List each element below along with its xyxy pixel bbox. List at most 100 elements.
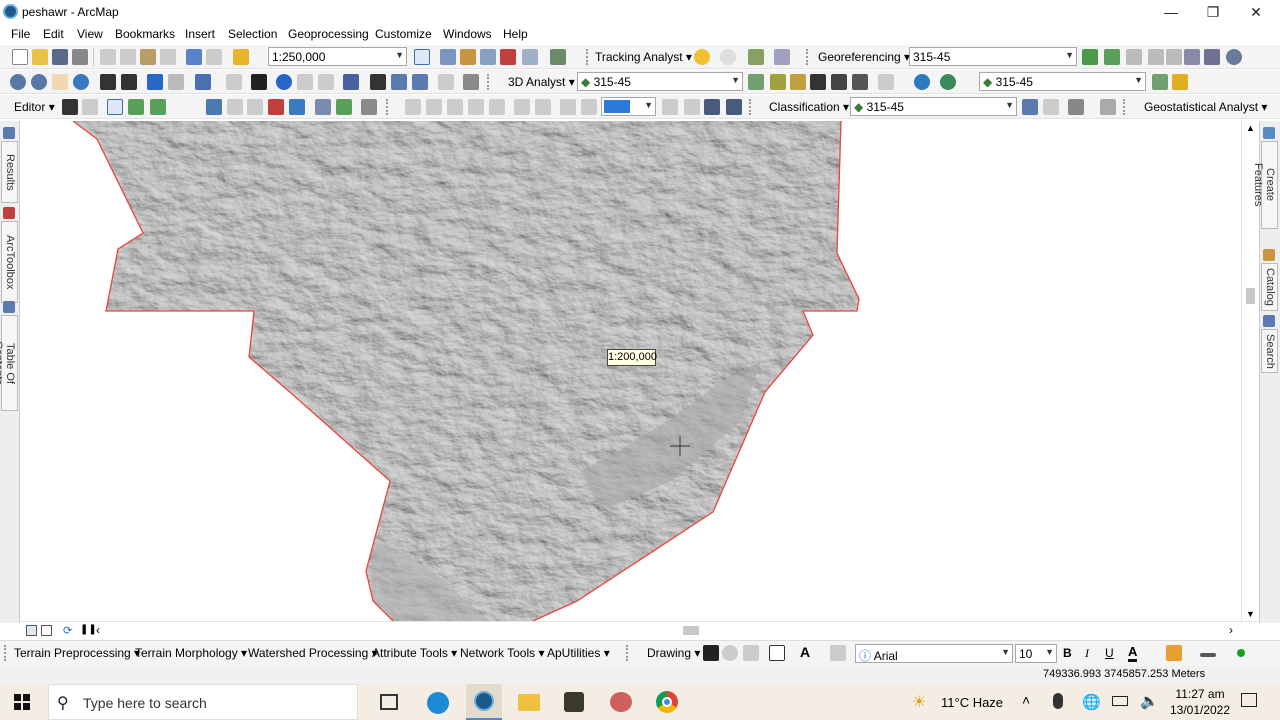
table-of-contents-icon[interactable] bbox=[440, 49, 456, 65]
3d-analyst-menu[interactable]: 3D Analyst ▾ bbox=[508, 75, 575, 89]
terrain-morphology-menu[interactable]: Terrain Morphology ▾ bbox=[135, 646, 247, 660]
scroll-left-icon[interactable]: ‹ bbox=[96, 623, 100, 637]
menu-file[interactable]: File bbox=[11, 27, 30, 41]
pan-icon[interactable] bbox=[52, 74, 68, 90]
spatial-analyst-layer-combo[interactable]: ◆ 315-45 ▼ bbox=[979, 72, 1146, 91]
delete-icon[interactable] bbox=[160, 49, 176, 65]
cut-icon[interactable] bbox=[100, 49, 116, 65]
auto-registration-icon[interactable] bbox=[1104, 49, 1120, 65]
map-scale-combo[interactable]: 1:250,000 ▼ bbox=[268, 47, 407, 66]
model-builder-icon[interactable] bbox=[550, 49, 566, 65]
font-name-combo[interactable]: ⓘ Arial ▼ bbox=[855, 644, 1013, 663]
topology-tool-8-icon[interactable] bbox=[560, 99, 576, 115]
undo-icon[interactable] bbox=[186, 49, 202, 65]
fixed-zoom-out-icon[interactable] bbox=[121, 74, 137, 90]
sketch-properties-icon[interactable] bbox=[336, 99, 352, 115]
data-view-icon[interactable] bbox=[26, 625, 37, 636]
effects-tool-4-icon[interactable] bbox=[726, 99, 742, 115]
paste-icon[interactable] bbox=[140, 49, 156, 65]
hyperlink-icon[interactable] bbox=[297, 74, 313, 90]
histogram-icon[interactable] bbox=[1172, 74, 1188, 90]
refresh-icon[interactable]: ⟳ bbox=[63, 624, 72, 637]
copy-icon[interactable] bbox=[120, 49, 136, 65]
scroll-down-icon[interactable]: ▼ bbox=[1246, 609, 1255, 619]
select-features-icon[interactable] bbox=[195, 74, 211, 90]
line-of-sight-icon[interactable] bbox=[790, 74, 806, 90]
select-link-icon[interactable] bbox=[1126, 49, 1142, 65]
go-to-xy-icon[interactable] bbox=[412, 74, 428, 90]
topology-tool-5-icon[interactable] bbox=[489, 99, 505, 115]
time-slider-icon[interactable] bbox=[438, 74, 454, 90]
drawing-menu[interactable]: Drawing ▾ bbox=[647, 646, 700, 660]
bold-button[interactable]: B bbox=[1063, 646, 1072, 660]
battery-icon[interactable] bbox=[1112, 696, 1128, 706]
menu-insert[interactable]: Insert bbox=[185, 27, 215, 41]
font-size-combo[interactable]: 10 ▼ bbox=[1015, 644, 1057, 663]
new-document-icon[interactable] bbox=[12, 49, 28, 65]
chevron-up-icon[interactable]: ˄ bbox=[1022, 692, 1030, 708]
back-extent-icon[interactable] bbox=[147, 74, 163, 90]
attribute-tools-menu[interactable]: Attribute Tools ▾ bbox=[372, 646, 457, 660]
zoom-to-link-icon[interactable] bbox=[1148, 49, 1164, 65]
text-tool-icon[interactable]: A bbox=[800, 644, 810, 660]
line-color-icon[interactable] bbox=[1200, 653, 1216, 657]
arctoolbox-tab[interactable]: ArcToolbox bbox=[1, 221, 18, 303]
results-tab[interactable]: Results bbox=[1, 141, 18, 203]
close-icon[interactable]: ✕ bbox=[1245, 2, 1267, 22]
globe-icon[interactable]: 🌐 bbox=[1082, 693, 1101, 711]
delete-link-icon[interactable] bbox=[1166, 49, 1182, 65]
search-window-icon[interactable] bbox=[480, 49, 496, 65]
tracking-chart-icon[interactable] bbox=[774, 49, 790, 65]
menu-view[interactable]: View bbox=[77, 27, 103, 41]
file-explorer-icon[interactable] bbox=[518, 694, 540, 711]
menu-bookmarks[interactable]: Bookmarks bbox=[115, 27, 175, 41]
steepest-path-icon[interactable] bbox=[770, 74, 786, 90]
pause-drawing-icon[interactable]: ❚❚ bbox=[80, 624, 97, 635]
catalog-window-icon[interactable] bbox=[460, 49, 476, 65]
find-route-icon[interactable] bbox=[391, 74, 407, 90]
edit-vertices-icon[interactable] bbox=[206, 99, 222, 115]
open-folder-icon[interactable] bbox=[32, 49, 48, 65]
edit-annotation-icon[interactable] bbox=[82, 99, 98, 115]
create-features-tab[interactable]: Create Features bbox=[1252, 141, 1278, 229]
taskbar-time[interactable]: 11:27 am bbox=[1170, 687, 1230, 701]
save-icon[interactable] bbox=[52, 49, 68, 65]
rotate-icon[interactable] bbox=[1226, 49, 1242, 65]
fill-color-icon[interactable] bbox=[1166, 645, 1182, 661]
classification-menu[interactable]: Classification ▾ bbox=[769, 100, 849, 114]
menu-windows[interactable]: Windows bbox=[443, 27, 492, 41]
add-data-icon[interactable] bbox=[233, 49, 249, 65]
volume-icon[interactable]: 🔈 bbox=[1140, 692, 1159, 710]
menu-selection[interactable]: Selection bbox=[228, 27, 277, 41]
scroll-up-icon[interactable]: ▲ bbox=[1246, 123, 1255, 133]
underline-button[interactable]: U bbox=[1105, 646, 1114, 660]
geostatistical-analyst-menu[interactable]: Geostatistical Analyst ▾ bbox=[1144, 100, 1267, 114]
font-color-icon[interactable]: A bbox=[1128, 644, 1138, 662]
python-window-icon[interactable] bbox=[522, 49, 538, 65]
training-sample-icon[interactable] bbox=[1022, 99, 1038, 115]
fixed-zoom-in-icon[interactable] bbox=[100, 74, 116, 90]
topology-tool-2-icon[interactable] bbox=[426, 99, 442, 115]
topology-tool-6-icon[interactable] bbox=[514, 99, 530, 115]
topology-tool-1-icon[interactable] bbox=[405, 99, 421, 115]
rotate-tool-icon[interactable] bbox=[289, 99, 305, 115]
edit-vertices-drawing-icon[interactable] bbox=[830, 645, 846, 661]
forward-extent-icon[interactable] bbox=[168, 74, 184, 90]
task-view-icon[interactable] bbox=[380, 694, 398, 710]
tracking-analyst-menu[interactable]: Tracking Analyst ▾ bbox=[595, 50, 692, 64]
watershed-processing-menu[interactable]: Watershed Processing ▾ bbox=[248, 646, 378, 660]
microphone-icon[interactable] bbox=[1053, 693, 1063, 709]
arcglobe-icon[interactable] bbox=[940, 74, 956, 90]
effects-tool-3-icon[interactable] bbox=[704, 99, 720, 115]
editor-menu[interactable]: Editor ▾ bbox=[14, 100, 55, 114]
effects-tool-2-icon[interactable] bbox=[684, 99, 700, 115]
3d-analyst-layer-combo[interactable]: ◆ 315-45 ▼ bbox=[577, 72, 743, 91]
classification-layer-combo[interactable]: ◆ 315-45 ▼ bbox=[850, 97, 1017, 116]
topology-tool-7-icon[interactable] bbox=[535, 99, 551, 115]
clear-selection-icon[interactable] bbox=[226, 74, 242, 90]
topology-tool-9-icon[interactable] bbox=[581, 99, 597, 115]
menu-geoprocessing[interactable]: Geoprocessing bbox=[288, 27, 369, 41]
create-viewer-icon[interactable] bbox=[463, 74, 479, 90]
arccatalog-icon[interactable] bbox=[564, 692, 584, 712]
attributes-icon[interactable] bbox=[315, 99, 331, 115]
